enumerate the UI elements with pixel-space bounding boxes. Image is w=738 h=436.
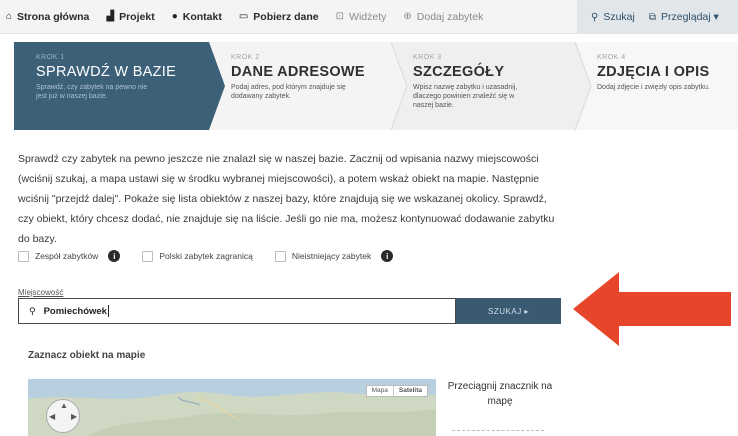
pan-left-icon[interactable]: ◀ [49,412,55,421]
intro-text: Sprawdź czy zabytek na pewno jeszcze nie… [18,153,555,245]
step-title: DANE ADRESOWE [231,64,365,80]
nav-right-group: ⚲ Szukaj ⧉ Przeglądaj ▾ [577,0,738,34]
step-chevron-1 [209,42,225,130]
chart-icon: ▟ [106,11,115,22]
step-title: SPRAWDŹ W BAZIE [36,64,177,80]
map-view[interactable]: Mapa Satelita ▲ ◀ ▶ [28,379,436,436]
divider [452,430,544,431]
map-type-map[interactable]: Mapa [367,386,393,396]
nav-download[interactable]: ▭ Pobierz dane [239,11,319,23]
add-icon: ⊕ [403,11,412,22]
location-pin-icon: ⚲ [29,305,36,316]
step-title: ZDJĘCIA I OPIS [597,64,710,80]
step-description: Wpisz nazwę zabytku i uzasadnij, dlaczeg… [413,84,518,109]
nav-search[interactable]: ⚲ Szukaj [591,11,635,23]
pan-up-icon[interactable]: ▲ [60,401,68,410]
nav-project[interactable]: ▟ Projekt [106,11,154,23]
step-chevron-2 [391,42,408,130]
wizard-steps: KROK 1 SPRAWDŹ W BAZIE Sprawdź, czy zaby… [14,42,738,130]
step-3[interactable]: KROK 3 SZCZEGÓŁY Wpisz nazwę zabytku i u… [391,42,575,130]
map-heading: Zaznacz obiekt na mapie [28,350,146,361]
checkbox-nonexistent[interactable]: Nieistniejący zabytek i [274,250,394,262]
drag-marker-hint: Przeciągnij znacznik na mapę [447,381,553,407]
step-title: SZCZEGÓŁY [413,64,505,80]
step-description: Podaj adres, pod którym znajduje się dod… [231,84,346,100]
chat-icon: ● [171,11,178,22]
nav-widgets[interactable]: ⊡ Widżety [336,11,387,23]
checkbox-box[interactable] [142,250,154,262]
nav-download-label: Pobierz dane [253,10,319,23]
checkbox-box[interactable] [274,250,286,262]
step-2[interactable]: KROK 2 DANE ADRESOWE Podaj adres, pod kt… [209,42,391,130]
locality-label: Miejscowość [18,288,64,297]
checkbox-label: Nieistniejący zabytek [291,251,372,261]
step-number: KROK 1 [36,54,65,61]
locality-value: Pomiechówek [43,305,107,317]
nav-home[interactable]: ⌂ Strona główna [6,11,89,23]
pan-control[interactable]: ▲ ◀ ▶ [46,399,80,433]
checkbox-monument-complex[interactable]: Zespół zabytków i [18,250,121,262]
step-description: Sprawdź, czy zabytek na pewno nie jest j… [36,84,148,100]
text-cursor [107,305,109,317]
search-button[interactable]: SZUKAJ ▸ [456,298,561,324]
pan-right-icon[interactable]: ▶ [71,412,77,421]
info-icon[interactable]: i [381,250,394,262]
nav-add-monument[interactable]: ⊕ Dodaj zabytek [403,11,483,23]
nav-add-monument-label: Dodaj zabytek [416,10,484,23]
nav-contact[interactable]: ● Kontakt [172,11,222,23]
checkbox-label: Zespół zabytków [35,251,99,261]
nav-widgets-label: Widżety [349,10,387,23]
nav-browse[interactable]: ⧉ Przeglądaj ▾ [649,11,719,23]
download-icon: ▭ [238,11,249,22]
step-description: Dodaj zdjęcie i zwięzły opis zabytku. [597,84,710,91]
nav-browse-label: Przeglądaj ▾ [660,11,719,23]
home-icon: ⌂ [6,11,13,22]
browse-icon: ⧉ [648,11,656,23]
nav-left-group: ⌂ Strona główna ▟ Projekt ● Kontakt ▭ Po… [0,0,483,33]
step-number: KROK 4 [597,54,626,61]
nav-contact-label: Kontakt [182,10,222,23]
nav-project-label: Projekt [119,10,155,23]
map-type-satellite[interactable]: Satelita [392,386,427,396]
checkbox-group: Zespół zabytków i Polski zabytek zagrani… [18,246,415,266]
step-4[interactable]: KROK 4 ZDJĘCIA I OPIS Dodaj zdjęcie i zw… [575,42,738,130]
step-number: KROK 2 [231,54,260,61]
checkbox-polish-abroad[interactable]: Polski zabytek zagranicą [142,250,253,262]
map-type-toggle[interactable]: Mapa Satelita [365,385,428,397]
step-chevron-3 [575,42,592,130]
info-icon[interactable]: i [108,250,121,262]
search-icon: ⚲ [591,11,599,23]
checkbox-label: Polski zabytek zagranicą [159,251,253,261]
top-navigation: ⌂ Strona główna ▟ Projekt ● Kontakt ▭ Po… [0,0,738,34]
nav-search-label: Szukaj [603,11,635,23]
nav-home-label: Strona główna [17,10,90,23]
red-arrow-icon [573,272,731,346]
step-number: KROK 3 [413,54,442,61]
locality-input[interactable]: ⚲ Pomiechówek [18,298,456,324]
widget-icon: ⊡ [335,11,345,22]
step-1[interactable]: KROK 1 SPRAWDŹ W BAZIE Sprawdź, czy zaby… [14,42,209,130]
checkbox-box[interactable] [18,250,29,262]
